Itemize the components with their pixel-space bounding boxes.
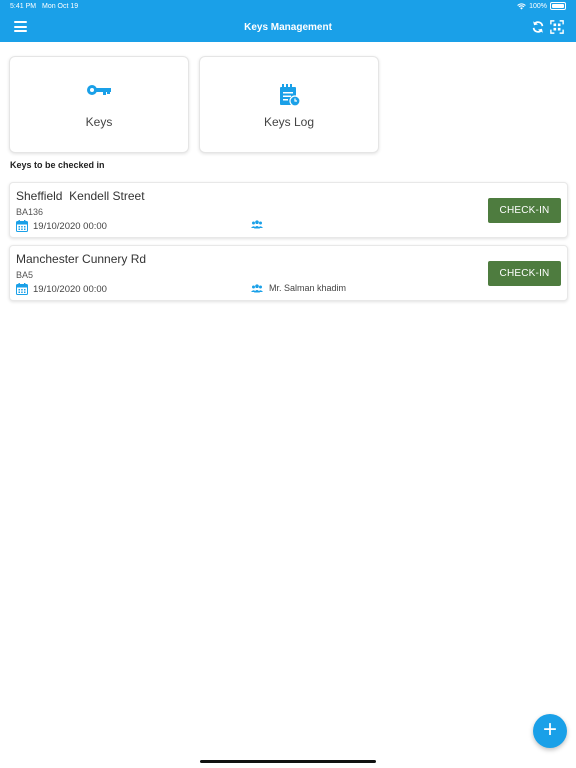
people-icon [251, 220, 263, 229]
plus-icon: + [542, 716, 557, 743]
section-heading: Keys to be checked in [10, 160, 105, 170]
key-card[interactable]: Sheffield Kendell Street BA136 19/10/202… [9, 182, 568, 238]
keys-log-tile-label: Keys Log [263, 115, 315, 129]
keys-log-tile[interactable]: Keys Log [199, 56, 379, 153]
key-code: BA5 [16, 270, 34, 280]
key-code: BA136 [16, 207, 44, 217]
key-icon [87, 85, 111, 95]
battery-icon [550, 2, 566, 10]
clipboard-calendar-icon [280, 84, 301, 107]
key-title: Manchester Cunnery Rd [16, 252, 147, 266]
home-indicator [200, 760, 376, 763]
status-indicators: 100% [517, 2, 566, 10]
status-date: Mon Oct 19 [42, 3, 79, 10]
keys-tile[interactable]: Keys [9, 56, 189, 153]
key-title: Sheffield Kendell Street [16, 189, 145, 203]
calendar-icon [16, 283, 28, 295]
people-icon [251, 283, 263, 292]
add-button[interactable]: + [533, 714, 567, 748]
keys-tile-label: Keys [85, 115, 113, 129]
calendar-icon [16, 220, 28, 232]
status-time: 5:41 PM [10, 3, 37, 10]
key-date: 19/10/2020 00:00 [33, 220, 107, 232]
key-person: Mr. Salman khadim [269, 283, 347, 293]
check-in-button[interactable]: CHECK-IN [488, 261, 561, 286]
app-header: 5:41 PM Mon Oct 19 100% Keys Management [0, 0, 576, 42]
qr-scan-icon[interactable] [550, 20, 564, 34]
page-title: Keys Management [244, 22, 332, 33]
check-in-button[interactable]: CHECK-IN [488, 198, 561, 223]
key-card[interactable]: Manchester Cunnery Rd BA5 19/10/2020 00:… [9, 245, 568, 301]
wifi-icon [517, 2, 526, 9]
battery-percent: 100% [529, 2, 547, 10]
sync-icon[interactable] [531, 20, 545, 34]
key-date: 19/10/2020 00:00 [33, 283, 107, 295]
